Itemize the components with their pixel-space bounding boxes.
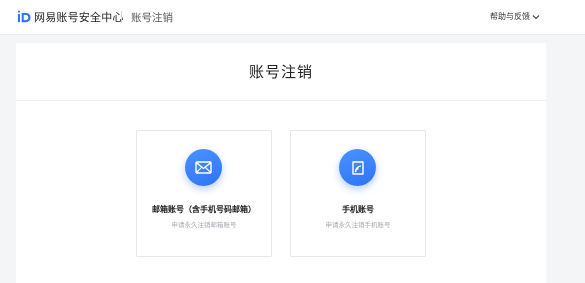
header-divider — [121, 11, 122, 23]
envelope-icon — [195, 161, 212, 174]
phone-account-option[interactable]: 手机账号 申请永久注销手机账号 — [290, 130, 426, 257]
phone-option-label: 手机账号 — [342, 205, 374, 214]
title-divider — [16, 100, 546, 101]
netease-id-logo-icon — [17, 10, 31, 22]
email-option-label: 邮箱账号（含手机号码邮箱） — [152, 205, 256, 214]
phone-icon-badge — [339, 149, 376, 186]
email-account-option[interactable]: 邮箱账号（含手机号码邮箱） 申请永久注销邮箱账号 — [136, 130, 272, 257]
header-page-name: 账号注销 — [131, 12, 173, 24]
phone-account-icon — [351, 160, 364, 175]
main-card: 账号注销 邮箱账号（含手机号码邮箱） 申请永久注销邮箱账号 手机账号 申请永久注… — [16, 43, 546, 283]
help-feedback-label: 帮助与反馈 — [490, 12, 530, 21]
help-feedback-menu[interactable]: 帮助与反馈 — [490, 11, 540, 22]
phone-option-description: 申请永久注销手机账号 — [325, 221, 391, 229]
email-option-description: 申请永久注销邮箱账号 — [171, 221, 237, 229]
top-header: 网易账号安全中心 账号注销 帮助与反馈 — [0, 0, 585, 34]
email-icon-badge — [185, 149, 222, 186]
page-title: 账号注销 — [248, 63, 313, 81]
netease-logo[interactable]: 网易账号安全中心 — [17, 9, 124, 25]
logo-text: 网易账号安全中心 — [34, 11, 124, 24]
chevron-down-icon — [532, 14, 540, 19]
